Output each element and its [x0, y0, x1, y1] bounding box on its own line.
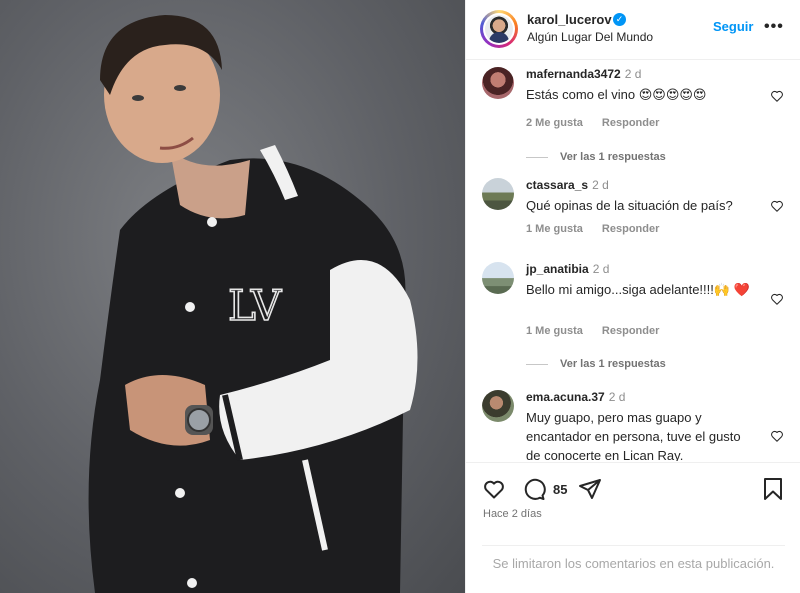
- comment-icon[interactable]: [522, 477, 546, 501]
- more-options-icon[interactable]: •••: [764, 18, 784, 36]
- jacket-monogram: LV: [228, 281, 282, 330]
- comment-meta: 1 Me gusta Responder: [526, 325, 675, 337]
- comment-username[interactable]: mafernanda3472: [526, 67, 621, 81]
- view-replies-label: Ver las 1 respuestas: [560, 151, 666, 163]
- view-replies-button[interactable]: Ver las 1 respuestas: [526, 358, 666, 370]
- like-comment-heart-icon[interactable]: [770, 429, 784, 443]
- post-header: karol_lucerov ✓ Algún Lugar Del Mundo Se…: [466, 0, 800, 60]
- author-avatar[interactable]: [480, 10, 518, 48]
- replies-divider: [526, 156, 548, 158]
- comment-count: 85: [553, 482, 568, 497]
- comment-text: Muy guapo, pero mas guapo y encantador e…: [526, 410, 741, 461]
- author-username[interactable]: karol_lucerov: [527, 12, 612, 27]
- post-location[interactable]: Algún Lugar Del Mundo: [527, 30, 653, 44]
- comments-limited-notice: Se limitaron los comentarios en esta pub…: [482, 545, 785, 573]
- comment-avatar[interactable]: [482, 67, 514, 99]
- view-replies-button[interactable]: Ver las 1 respuestas: [526, 151, 666, 163]
- post-actions-bar: 85 Hace 2 días: [466, 462, 800, 542]
- comment-text: Bello mi amigo...siga adelante!!!!🙌 ❤️: [526, 282, 750, 297]
- comment-likes[interactable]: 1 Me gusta: [526, 325, 583, 337]
- comment-avatar[interactable]: [482, 262, 514, 294]
- comment-text: Estás como el vino 😍😍😍😍😍: [526, 87, 707, 102]
- like-comment-heart-icon[interactable]: [770, 89, 784, 103]
- comment-username[interactable]: ctassara_s: [526, 178, 588, 192]
- post-time-ago[interactable]: Hace 2 días: [483, 508, 542, 520]
- share-icon[interactable]: [578, 477, 602, 501]
- comment-time: 2 d: [624, 67, 642, 81]
- bookmark-icon[interactable]: [762, 477, 784, 501]
- comment-time: 2 d: [592, 178, 609, 192]
- comment-time: 2 d: [608, 390, 626, 404]
- post-photo-illustration: LV: [88, 15, 418, 593]
- comment-avatar[interactable]: [482, 178, 514, 210]
- heart-icon[interactable]: [482, 477, 506, 501]
- post-photo[interactable]: LV: [0, 0, 465, 593]
- comments-list[interactable]: mafernanda3472 2 d Estás como el vino 😍😍😍…: [466, 61, 800, 461]
- verified-badge-icon: ✓: [613, 13, 626, 26]
- comment-username[interactable]: jp_anatibia: [526, 262, 589, 276]
- follow-button[interactable]: Seguir: [713, 19, 753, 34]
- comment-avatar[interactable]: [482, 390, 514, 422]
- view-replies-label: Ver las 1 respuestas: [560, 358, 666, 370]
- replies-divider: [526, 363, 548, 365]
- reply-button[interactable]: Responder: [602, 117, 659, 129]
- comment-likes[interactable]: 2 Me gusta: [526, 117, 583, 129]
- comment-meta: 1 Me gusta Responder: [526, 223, 675, 235]
- comment-time: 2 d: [592, 262, 610, 276]
- like-comment-heart-icon[interactable]: [770, 199, 784, 213]
- comment-meta: 2 Me gusta Responder: [526, 117, 675, 129]
- reply-button[interactable]: Responder: [602, 325, 659, 337]
- comment-likes[interactable]: 1 Me gusta: [526, 223, 583, 235]
- comment-username[interactable]: ema.acuna.37: [526, 390, 605, 404]
- instagram-post-modal: LV karol_lucerov ✓ Algún Lugar Del Mundo…: [0, 0, 800, 593]
- reply-button[interactable]: Responder: [602, 223, 659, 235]
- comment-text: Qué opinas de la situación de país?: [526, 198, 733, 213]
- post-side-panel: karol_lucerov ✓ Algún Lugar Del Mundo Se…: [465, 0, 800, 593]
- like-comment-heart-icon[interactable]: [770, 292, 784, 306]
